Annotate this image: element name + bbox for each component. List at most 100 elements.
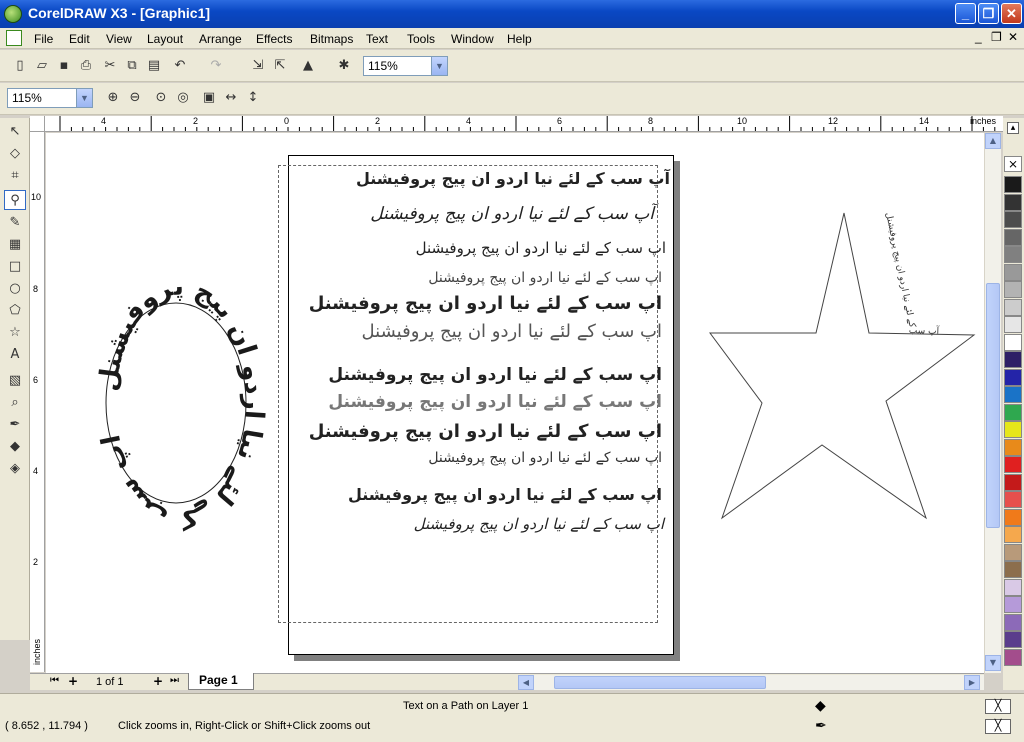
star-path-text[interactable]: آپ سب کے لئے نیا اردو ان پیج پروفیشنل [883, 212, 940, 337]
scroll-right-icon[interactable]: ▶ [964, 675, 980, 690]
color-swatch[interactable] [1004, 613, 1022, 631]
menu-edit[interactable]: Edit [69, 32, 90, 46]
last-page-icon[interactable]: ⏭ [170, 675, 179, 686]
color-swatch[interactable] [1004, 403, 1022, 421]
ellipse-path-text[interactable]: اپ سب کے لئے نیا اردو ان پیج پروفیشنل [93, 272, 269, 535]
tab-page-1[interactable]: Page 1 [188, 673, 254, 690]
color-swatch[interactable] [1004, 228, 1022, 246]
color-swatch[interactable] [1004, 421, 1022, 438]
zoom-levels-select[interactable]: 115% ▼ [7, 88, 93, 108]
outline-tool-icon[interactable]: ✒ [4, 415, 26, 435]
menu-tools[interactable]: Tools [407, 32, 435, 46]
document-icon[interactable] [6, 30, 22, 46]
color-swatch[interactable] [1004, 578, 1022, 596]
chevron-down-icon[interactable]: ▼ [431, 57, 447, 75]
color-swatch[interactable] [1004, 631, 1022, 648]
zoom-page-icon[interactable]: ▣ [199, 88, 219, 108]
color-swatch[interactable] [1004, 316, 1022, 333]
drawing-canvas[interactable]: آپ سب کے لئے نیا اردو ان پیج پروفیشنل آپ… [46, 133, 984, 673]
zoom-tool-icon[interactable]: ⚲ [4, 190, 26, 210]
zoom-page-height-icon[interactable]: ↕ [243, 88, 263, 108]
outline-indicator-icon[interactable]: ✒ [815, 717, 827, 734]
horizontal-scrollbar[interactable]: ◀ ▶ [518, 675, 984, 690]
open-icon[interactable]: ▱ [32, 56, 52, 76]
color-swatch[interactable] [1004, 193, 1022, 211]
eyedropper-tool-icon[interactable]: ⌕ [4, 393, 26, 413]
menu-layout[interactable]: Layout [147, 32, 183, 46]
interactive-blend-tool-icon[interactable]: ▧ [4, 371, 26, 391]
redo-icon[interactable]: ↷ [206, 56, 226, 76]
menu-help[interactable]: Help [507, 32, 532, 46]
color-swatch[interactable] [1004, 596, 1022, 613]
ruler-origin[interactable] [30, 116, 45, 132]
freehand-tool-icon[interactable]: ✎ [4, 213, 26, 233]
chevron-down-icon[interactable]: ▼ [76, 89, 92, 107]
print-icon[interactable]: ⎙ [76, 56, 96, 76]
import-icon[interactable]: ⇲ [248, 56, 268, 76]
new-icon[interactable]: ▯ [10, 56, 30, 76]
fill-color-swatch[interactable]: ╳ [985, 699, 1011, 714]
menu-effects[interactable]: Effects [256, 32, 292, 46]
color-swatch[interactable] [1004, 508, 1022, 526]
doc-restore-icon[interactable]: ❐ [991, 30, 1002, 44]
scroll-thumb[interactable] [986, 283, 1000, 528]
ellipse-tool-icon[interactable]: ○ [4, 279, 26, 299]
text-tool-icon[interactable]: A [4, 345, 26, 365]
color-swatch[interactable] [1004, 473, 1022, 491]
color-swatch[interactable] [1004, 456, 1022, 473]
color-swatch[interactable] [1004, 263, 1022, 281]
polygon-tool-icon[interactable]: ⬠ [4, 301, 26, 321]
zoom-all-objects-icon[interactable]: ◎ [173, 88, 193, 108]
first-page-icon[interactable]: ⏮ [50, 675, 59, 686]
zoom-selected-icon[interactable]: ⊙ [151, 88, 171, 108]
color-swatch[interactable] [1004, 368, 1022, 386]
star-shape[interactable] [709, 212, 976, 520]
color-swatch[interactable] [1004, 298, 1022, 316]
pick-tool-icon[interactable]: ↖ [4, 122, 26, 142]
color-swatch[interactable] [1004, 561, 1022, 578]
doc-minimize-icon[interactable]: _ [975, 30, 982, 44]
scroll-left-icon[interactable]: ◀ [518, 675, 534, 690]
smart-fill-tool-icon[interactable]: ▦ [4, 235, 26, 255]
export-icon[interactable]: ⇱ [270, 56, 290, 76]
color-swatch[interactable] [1004, 526, 1022, 543]
fill-tool-icon[interactable]: ◆ [4, 437, 26, 457]
cut-icon[interactable]: ✂ [100, 56, 120, 76]
basic-shapes-tool-icon[interactable]: ☆ [4, 323, 26, 343]
color-swatch[interactable] [1004, 333, 1022, 351]
copy-icon[interactable]: ⧉ [122, 56, 142, 76]
zoom-in-icon[interactable]: ⊕ [103, 88, 123, 108]
scroll-down-icon[interactable]: ▼ [985, 655, 1001, 671]
vertical-ruler[interactable]: 10 8 6 4 2 inches [30, 132, 45, 672]
save-icon[interactable]: ▪ [54, 56, 74, 76]
paste-icon[interactable]: ▤ [144, 56, 164, 76]
menu-arrange[interactable]: Arrange [199, 32, 242, 46]
fill-indicator-icon[interactable]: ◆ [815, 697, 826, 714]
interactive-fill-tool-icon[interactable]: ◈ [4, 459, 26, 479]
color-swatch[interactable] [1004, 386, 1022, 403]
vertical-scrollbar[interactable]: ▲ ▼ [984, 133, 1001, 673]
rectangle-tool-icon[interactable]: □ [4, 257, 26, 277]
color-swatch[interactable] [1004, 491, 1022, 508]
title-bar[interactable]: CorelDRAW X3 - [Graphic1] _ ❐ ✕ [0, 0, 1024, 28]
scroll-up-icon[interactable]: ▲ [985, 133, 1001, 149]
no-fill-icon[interactable]: ⨯ [1004, 156, 1022, 172]
menu-file[interactable]: File [34, 32, 53, 46]
horizontal-ruler[interactable]: 4 2 0 2 4 6 8 10 12 14 inches [45, 116, 1003, 132]
application-launcher-icon[interactable]: ▲ [298, 56, 318, 76]
add-page-after-icon[interactable]: + [153, 674, 163, 688]
color-swatch[interactable] [1004, 648, 1022, 666]
zoom-page-width-icon[interactable]: ↔ [221, 88, 241, 108]
doc-close-icon[interactable]: ✕ [1008, 30, 1018, 44]
zoom-out-icon[interactable]: ⊖ [125, 88, 145, 108]
color-swatch[interactable] [1004, 543, 1022, 561]
undo-icon[interactable]: ↶ [170, 56, 190, 76]
palette-scroll-icon[interactable]: ▴ [1007, 122, 1019, 134]
zoom-level-select[interactable]: 115% ▼ [363, 56, 448, 76]
minimize-button[interactable]: _ [955, 3, 976, 24]
crop-tool-icon[interactable]: ⌗ [4, 166, 26, 186]
restore-button[interactable]: ❐ [978, 3, 999, 24]
corel-online-icon[interactable]: ✱ [334, 56, 354, 76]
color-swatch[interactable] [1004, 438, 1022, 456]
color-swatch[interactable] [1004, 246, 1022, 263]
